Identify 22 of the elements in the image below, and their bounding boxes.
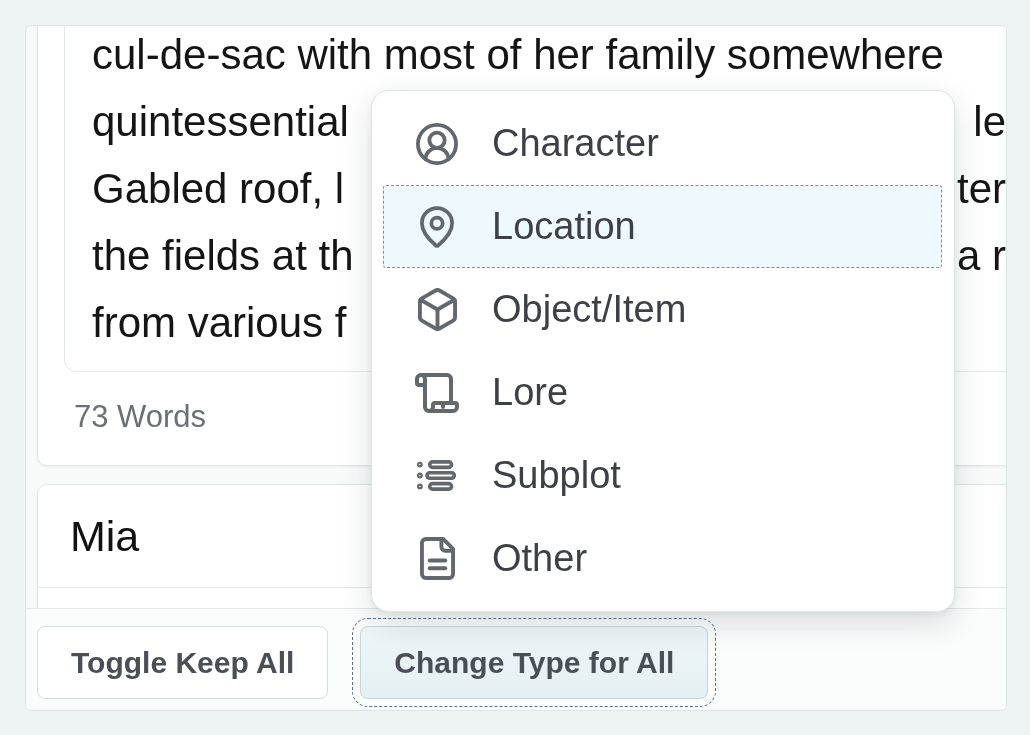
cube-icon [417, 288, 457, 331]
scroll-icon [415, 372, 459, 413]
description-text: quintessential [92, 97, 349, 146]
description-text: from various f [92, 298, 347, 347]
description-text: the fields at th [92, 231, 354, 280]
menu-item[interactable]: Other [383, 517, 942, 600]
user-circle-icon [416, 122, 458, 165]
entry-name: Mia [70, 511, 140, 561]
description-text: a r [957, 231, 1006, 280]
menu-item[interactable]: Character [383, 102, 942, 185]
map-pin-icon [420, 205, 454, 248]
document-icon [419, 537, 455, 580]
description-text: cul-de-sac with most of her family somewhere [92, 30, 944, 79]
word-count: 73 Words [74, 399, 207, 435]
description-text: Gabled roof, l [92, 164, 345, 213]
menu-item[interactable]: Subplot [383, 434, 942, 517]
list-icon [417, 459, 457, 492]
menu-item[interactable]: Object/Item [383, 268, 942, 351]
menu-item[interactable]: Location [383, 185, 942, 268]
description-text: ter [957, 164, 1006, 213]
footer-button[interactable]: Toggle Keep All [37, 626, 329, 699]
description-text: le [973, 97, 1006, 146]
